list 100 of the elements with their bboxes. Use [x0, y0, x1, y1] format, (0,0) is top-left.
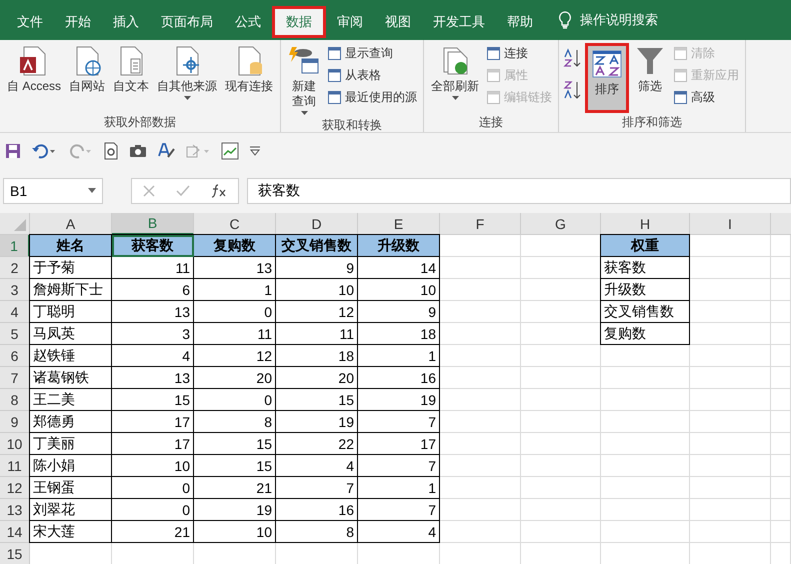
chart-icon[interactable] [221, 142, 239, 160]
ribbon-button[interactable]: 自文本 [110, 43, 152, 113]
table-cell: 16 [358, 367, 440, 389]
header-cell: 获客数 [112, 235, 194, 257]
ribbon-button[interactable]: 显示查询 [325, 43, 420, 64]
customize-icon[interactable] [249, 146, 261, 156]
table-cell: 复购数 [601, 323, 690, 345]
formula-input[interactable]: 获客数 [247, 178, 791, 204]
ribbon-tab[interactable]: 插入 [102, 6, 150, 38]
row-header[interactable]: 14 [0, 521, 30, 543]
ribbon-button[interactable]: 自 Access [4, 43, 64, 113]
column-header[interactable]: A [30, 213, 112, 235]
column-header[interactable]: C [194, 213, 276, 235]
empty-cell [771, 433, 791, 455]
group-label: 排序和筛选 [621, 114, 684, 131]
function-icon[interactable] [211, 184, 228, 198]
ribbon-button[interactable]: 最近使用的源 [325, 87, 420, 108]
name-box[interactable]: B1 [3, 178, 103, 204]
table-cell: 于予菊 [30, 257, 112, 279]
row-header[interactable]: 3 [0, 279, 30, 301]
row-header[interactable]: 13 [0, 499, 30, 521]
table-cell: 17 [112, 411, 194, 433]
table-cell: 1 [194, 279, 276, 301]
table-cell: 21 [112, 521, 194, 543]
table-cell: 10 [112, 455, 194, 477]
ribbon-button[interactable]: 全部刷新 [428, 43, 482, 113]
table-cell: 6 [112, 279, 194, 301]
row-header[interactable]: 7 [0, 367, 30, 389]
sort-descending-icon[interactable] [563, 79, 584, 101]
ribbon-tab[interactable]: 数据 [272, 6, 326, 38]
row-header[interactable]: 5 [0, 323, 30, 345]
table-cell: 7 [358, 499, 440, 521]
table-cell: 马凤英 [30, 323, 112, 345]
ribbon-button[interactable]: 新建查询 [285, 43, 324, 117]
row-header[interactable]: 15 [0, 543, 30, 564]
ribbon-button[interactable]: 现有连接 [222, 43, 276, 113]
column-header[interactable]: D [276, 213, 358, 235]
caret-icon [184, 96, 191, 100]
table-cell: 丁美丽 [30, 433, 112, 455]
row-header[interactable]: 2 [0, 257, 30, 279]
group-label: 获取和转换 [321, 117, 384, 134]
column-header[interactable]: B [112, 213, 194, 235]
table-cell: 13 [112, 301, 194, 323]
ribbon-tab[interactable]: 帮助 [496, 6, 544, 38]
camera-icon[interactable] [129, 144, 147, 158]
column-header[interactable]: E [358, 213, 440, 235]
sort-ascending-icon[interactable] [563, 47, 584, 69]
sort-icon [591, 48, 624, 80]
table-cell: 刘翠花 [30, 499, 112, 521]
ribbon-button[interactable]: 从表格 [325, 65, 420, 86]
ribbon-button[interactable]: 筛选 [631, 43, 670, 113]
tell-me-search[interactable]: 操作说明搜索 [580, 11, 658, 29]
column-header[interactable]: H [601, 213, 690, 235]
row-header[interactable]: 1 [0, 235, 30, 257]
ribbon-tab[interactable]: 开始 [54, 6, 102, 38]
table-cell: 1 [358, 345, 440, 367]
ribbon-button[interactable]: 高级 [671, 87, 742, 108]
caret-icon [452, 96, 459, 100]
row-header[interactable]: 6 [0, 345, 30, 367]
ribbon-tab[interactable]: 审阅 [326, 6, 374, 38]
table-cell: 10 [358, 279, 440, 301]
ribbon-tab[interactable]: 文件 [6, 6, 54, 38]
table-cell: 18 [358, 323, 440, 345]
ribbon-tab[interactable]: 视图 [374, 6, 422, 38]
print-preview-icon[interactable] [103, 142, 119, 160]
table-cell: 升级数 [601, 279, 690, 301]
table-icon [673, 46, 688, 61]
ribbon-button[interactable]: 排序 [585, 43, 630, 113]
column-header[interactable]: G [521, 213, 601, 235]
table-cell: 0 [194, 389, 276, 411]
table-icon [327, 68, 342, 83]
table-cell: 郑德勇 [30, 411, 112, 433]
save-icon[interactable] [5, 142, 21, 158]
table-icon [486, 90, 502, 105]
column-header[interactable]: I [690, 213, 771, 235]
header-cell: 交叉销售数 [276, 235, 358, 257]
row-header[interactable]: 10 [0, 433, 30, 455]
ribbon-tab[interactable]: 开发工具 [422, 6, 496, 38]
ribbon-tab[interactable]: 页面布局 [150, 6, 224, 38]
ribbon-button[interactable]: 自网站 [66, 43, 108, 113]
ribbon-button[interactable]: 自其他来源 [154, 43, 220, 113]
table-cell: 11 [276, 323, 358, 345]
spelling-icon[interactable] [157, 142, 175, 160]
row-header[interactable]: 11 [0, 455, 30, 477]
undo-icon[interactable] [31, 142, 57, 158]
table-cell: 8 [194, 411, 276, 433]
table-cell: 15 [112, 389, 194, 411]
table-cell: 获客数 [601, 257, 690, 279]
row-header[interactable]: 12 [0, 477, 30, 499]
column-header[interactable]: F [440, 213, 521, 235]
ribbon-tab[interactable]: 公式 [224, 6, 272, 38]
row-header[interactable]: 9 [0, 411, 30, 433]
table-cell: 詹姆斯下士 [30, 279, 112, 301]
ribbon-button[interactable]: 连接 [484, 43, 554, 64]
row-header[interactable]: 4 [0, 301, 30, 323]
lightbulb-icon [558, 11, 572, 29]
table-icon [673, 90, 688, 105]
row-header[interactable]: 8 [0, 389, 30, 411]
table-cell: 王二美 [30, 389, 112, 411]
table-cell: 20 [194, 367, 276, 389]
